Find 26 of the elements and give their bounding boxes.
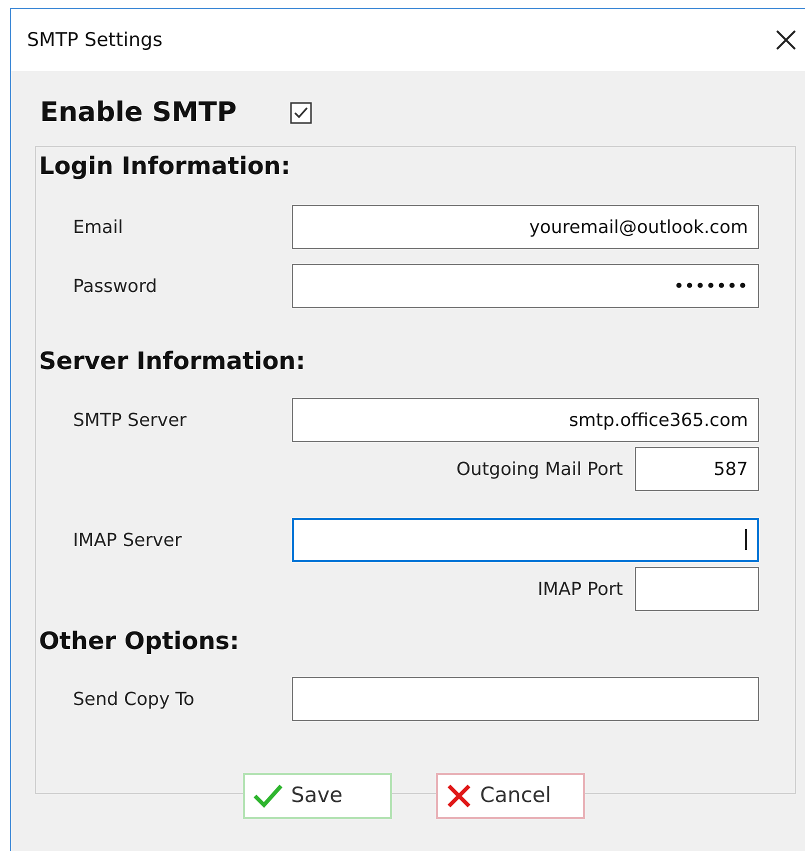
field-label: IMAP Port [538, 578, 623, 602]
section-heading: Login Information: [39, 151, 292, 182]
close-icon[interactable] [775, 29, 797, 51]
cancel-button[interactable]: Cancel [436, 773, 585, 819]
section-heading: Server Information: [39, 346, 306, 377]
input-field[interactable]: 587 [635, 447, 759, 491]
input-field[interactable] [292, 677, 759, 721]
input-field[interactable]: smtp.office365.com [292, 398, 759, 442]
check-icon [253, 783, 283, 809]
enable-smtp-checkbox[interactable] [290, 102, 312, 124]
field-label: Send Copy To [73, 688, 196, 712]
section-heading: Other Options: [39, 626, 240, 657]
text-cursor [745, 529, 747, 550]
cross-icon [446, 783, 472, 809]
field-label: IMAP Server [73, 528, 183, 552]
field-label: Email [73, 216, 124, 240]
field-label: Password [73, 274, 158, 298]
field-label: SMTP Server [73, 408, 188, 432]
input-field[interactable] [292, 518, 759, 562]
input-field[interactable]: youremail@outlook.com [292, 205, 759, 249]
field-label: Outgoing Mail Port [456, 458, 623, 482]
save-button[interactable]: Save [243, 773, 392, 819]
enable-smtp-label: Enable SMTP [40, 96, 238, 130]
window-title: SMTP Settings [27, 28, 162, 53]
input-field[interactable] [635, 567, 759, 611]
input-field[interactable]: ••••••• [292, 264, 759, 308]
